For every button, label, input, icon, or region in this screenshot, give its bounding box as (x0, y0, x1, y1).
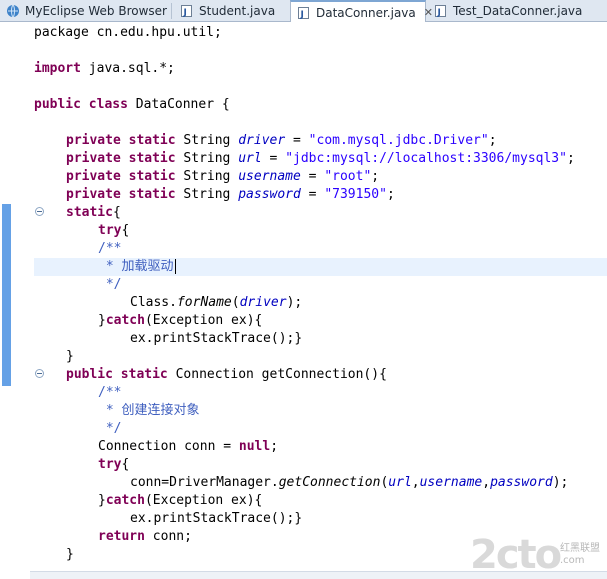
text-caret (174, 259, 176, 274)
code-line: Class.forName(driver); (130, 295, 303, 310)
tab-test-dataconner-java[interactable]: J Test_DataConner.java (428, 0, 607, 22)
code-editor[interactable]: package cn.edu.hpu.util; import java.sql… (0, 22, 607, 579)
java-file-icon: J (180, 4, 194, 18)
tab-myeclipse-web-browser[interactable]: MyEclipse Web Browser (0, 0, 170, 22)
tab-dataconner-java[interactable]: J DataConner.java ✕ (290, 0, 433, 23)
code-line: try{ (98, 223, 130, 238)
code-line: private static String driver = "com.mysq… (66, 133, 497, 148)
fold-toggle-icon[interactable] (35, 207, 44, 216)
tab-label: Test_DataConner.java (453, 4, 583, 18)
code-line: /** (98, 385, 122, 400)
code-line: }catch(Exception ex){ (98, 313, 263, 328)
code-line: * 加载驱动 (98, 259, 176, 274)
code-line: */ (98, 277, 122, 292)
svg-text:J: J (300, 10, 304, 20)
editor-tab-bar: MyEclipse Web Browser J Student.java J D… (0, 0, 607, 23)
java-file-icon: J (434, 4, 448, 18)
change-marker (2, 204, 11, 386)
code-line: try{ (98, 457, 130, 472)
java-file-icon: J (297, 6, 311, 20)
code-line: ex.printStackTrace();} (130, 331, 303, 346)
svg-text:J: J (183, 8, 187, 18)
code-line: package cn.edu.hpu.util; (34, 25, 222, 40)
tab-label: MyEclipse Web Browser (25, 4, 167, 18)
overview-ruler (0, 22, 14, 579)
code-line: */ (98, 421, 122, 436)
tab-label: Student.java (199, 4, 276, 18)
code-line: * 创建连接对象 (98, 403, 200, 418)
code-line: } (66, 349, 74, 364)
globe-icon (6, 4, 20, 18)
code-line: public static Connection getConnection()… (66, 367, 387, 382)
folding-gutter (14, 22, 44, 579)
code-line: private static String username = "root"; (66, 169, 380, 184)
code-line: static{ (66, 205, 121, 220)
code-line: }catch(Exception ex){ (98, 493, 263, 508)
code-line: } (66, 547, 74, 562)
code-line: return conn; (98, 529, 192, 544)
code-line: import java.sql.*; (34, 61, 175, 76)
code-line: /** (98, 241, 122, 256)
code-line: public class DataConner { (34, 97, 230, 112)
tab-student-java[interactable]: J Student.java (174, 0, 286, 22)
tab-label: DataConner.java (316, 5, 416, 20)
watermark-logo: 2cto 红黑联盟 .com (470, 532, 600, 578)
code-line: private static String url = "jdbc:mysql:… (66, 151, 575, 166)
fold-toggle-icon[interactable] (35, 369, 44, 378)
code-line: Connection conn = null; (98, 439, 279, 454)
code-line: conn=DriverManager.getConnection(url,use… (130, 475, 569, 490)
tab-separator (171, 3, 172, 19)
code-line: ex.printStackTrace();} (130, 511, 303, 526)
code-line: private static String password = "739150… (66, 187, 395, 202)
svg-text:J: J (437, 8, 441, 18)
